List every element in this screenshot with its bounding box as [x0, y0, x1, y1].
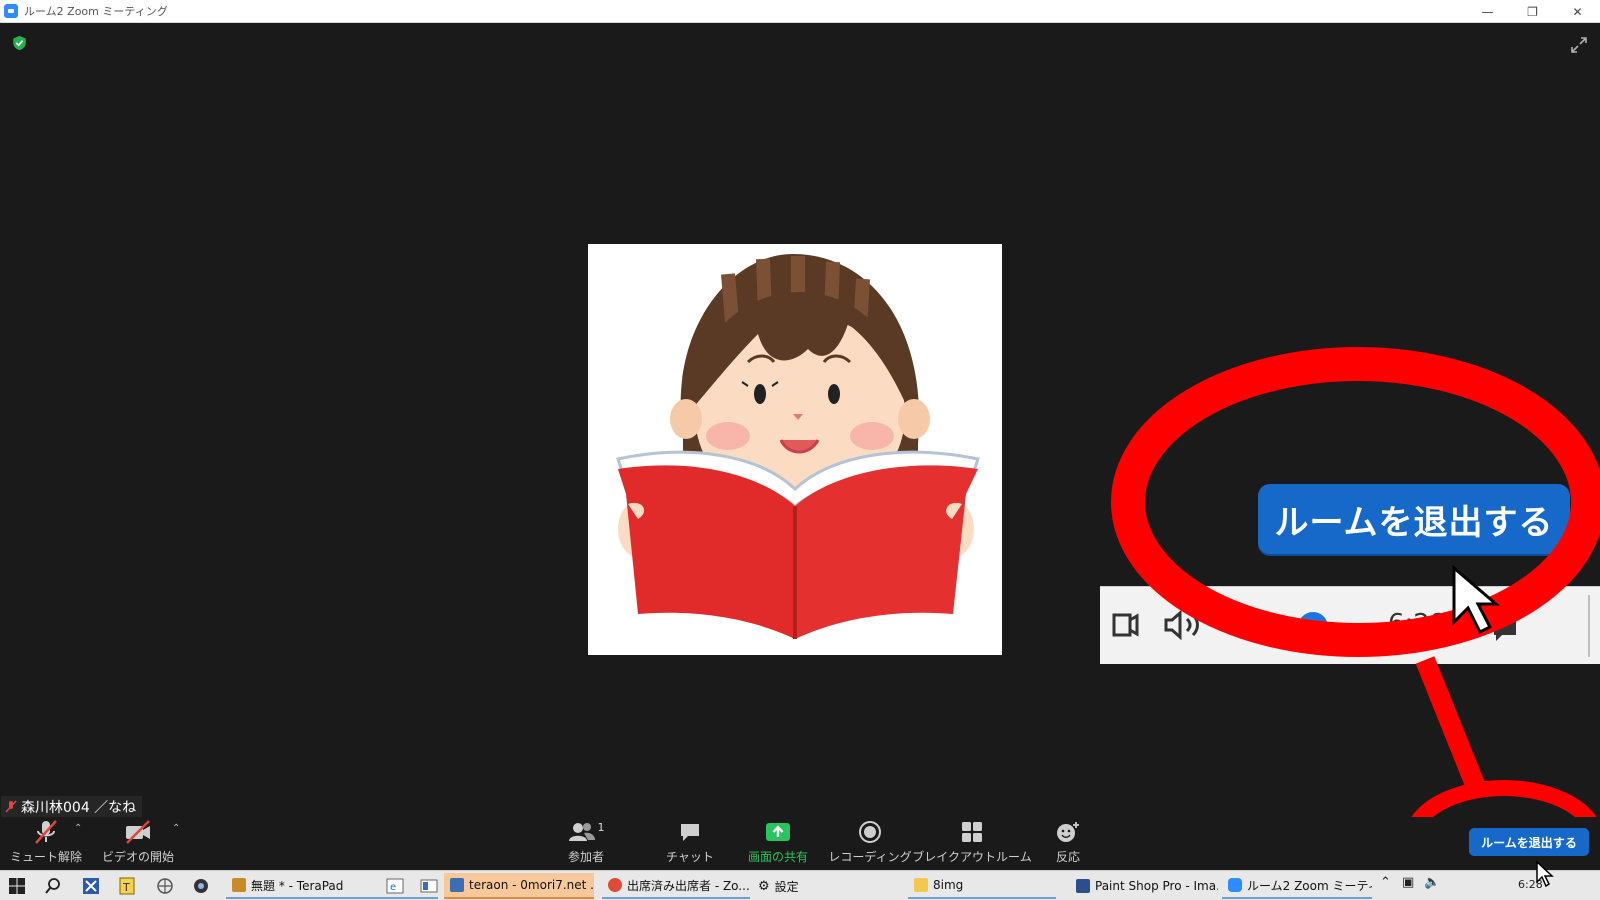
taskbar-item-8img[interactable]: 8img	[908, 873, 1056, 899]
teraon-icon	[450, 878, 464, 892]
teraPad-pinned-icon[interactable]: T	[118, 877, 136, 895]
ie-icon[interactable]: e	[386, 877, 404, 895]
chat-button[interactable]: チャット	[662, 817, 718, 870]
network-dot-icon	[1298, 612, 1328, 631]
girl-reading-book-illustration	[616, 254, 980, 639]
share-screen-button[interactable]: 画面の共有	[742, 817, 814, 870]
svg-text:e: e	[390, 882, 396, 893]
taskbar-separator	[1588, 595, 1590, 657]
video-off-icon	[126, 820, 150, 844]
participant-video-tile	[588, 244, 1002, 655]
record-icon	[859, 821, 881, 843]
window-title: ルーム2 Zoom ミーティング	[24, 5, 168, 18]
speaker-tray-icon	[1164, 609, 1199, 641]
pinned-app-icon[interactable]	[82, 877, 100, 895]
recording-button[interactable]: レコーディング	[828, 817, 912, 870]
explorer-window-icon[interactable]	[420, 877, 438, 895]
audio-options-caret-icon[interactable]: ⌃	[74, 823, 82, 834]
zoomed-taskbar-excerpt: 6:28	[1100, 586, 1600, 664]
unmute-button[interactable]: ミュート解除	[8, 817, 84, 870]
shield-check-icon[interactable]	[12, 35, 27, 51]
taskbar-item-paint-shop-pro[interactable]: Paint Shop Pro - Ima...	[1070, 873, 1218, 899]
restore-button[interactable]: ❐	[1510, 0, 1555, 23]
participant-name: 森川林004 ／なね	[21, 799, 137, 816]
start-video-button[interactable]: ビデオの開始	[100, 817, 176, 870]
zoomed-clock: 6:28	[1388, 609, 1447, 639]
taskbar-item-zoom[interactable]: ルーム2 Zoom ミーティ...	[1222, 873, 1372, 899]
mic-muted-icon	[35, 820, 57, 844]
zoom-taskbar-icon	[1228, 878, 1242, 892]
gear-icon: ⚙	[758, 878, 770, 894]
video-options-caret-icon[interactable]: ⌃	[172, 823, 180, 834]
zoom-app-icon	[4, 4, 18, 18]
title-bar: ルーム2 Zoom ミーティング — ❐ ✕	[0, 0, 1600, 23]
minimize-button[interactable]: —	[1465, 0, 1510, 23]
recording-label: レコーディング	[828, 850, 912, 864]
reactions-button[interactable]: 反応	[1046, 817, 1090, 870]
participants-label: 参加者	[567, 850, 604, 864]
taskbar-item-chrome[interactable]: 出席済み出席者 - Zo...	[602, 873, 750, 899]
chat-label: チャット	[666, 850, 714, 864]
speaker-tray-small-icon[interactable]: 🔈	[1424, 875, 1440, 890]
unmute-label: ミュート解除	[9, 850, 82, 864]
share-screen-icon	[766, 823, 790, 841]
breakout-rooms-button[interactable]: ブレイクアウトルーム	[912, 817, 1032, 870]
participants-button[interactable]: 1 参加者	[556, 817, 616, 870]
taskbar-item-teraon[interactable]: teraon - 0mori7.net ...	[444, 873, 594, 899]
participants-count: 1	[597, 820, 605, 834]
network-pinned-icon[interactable]	[156, 877, 174, 895]
chat-icon	[681, 824, 699, 841]
taskbar-item-settings[interactable]: ⚙ 設定	[752, 873, 904, 899]
windows-taskbar: T 無題 * - TeraPad e teraon - 0mori7.net .…	[0, 870, 1600, 900]
notification-icon	[1494, 619, 1516, 641]
search-icon[interactable]	[44, 877, 62, 895]
participant-name-tag: 森川林004 ／なね	[1, 796, 143, 817]
start-video-label: ビデオの開始	[101, 850, 174, 864]
chrome-icon	[608, 878, 622, 892]
camera-tray-icon	[1112, 613, 1139, 637]
share-screen-label: 画面の共有	[747, 850, 808, 864]
window-controls: — ❐ ✕	[1465, 0, 1600, 23]
participants-icon	[568, 823, 595, 841]
mouse-cursor-icon	[1536, 860, 1554, 888]
zoom-window: ルーム2 Zoom ミーティング — ❐ ✕ 6:28 ルームを退出する 森川林…	[0, 0, 1600, 900]
folder-icon	[914, 878, 928, 892]
meeting-toolbar: ミュート解除 ⌃ ビデオの開始 ⌃ 1 参加者 チャット 画面の共有 レコーディ…	[0, 817, 1600, 870]
taskbar-item-terapad[interactable]: 無題 * - TeraPad	[226, 873, 438, 899]
annotation-connector-line	[1415, 656, 1488, 796]
svg-text:T: T	[122, 881, 130, 894]
terapad-icon	[232, 878, 246, 892]
tray-expand-icon[interactable]: ⌃	[1380, 875, 1391, 890]
close-button[interactable]: ✕	[1555, 0, 1600, 23]
reactions-smiley-icon	[1057, 822, 1079, 842]
fullscreen-icon[interactable]	[1570, 36, 1588, 54]
paint-shop-pro-icon	[1076, 879, 1090, 893]
windows-start-icon[interactable]	[8, 877, 26, 895]
breakout-rooms-icon	[962, 822, 982, 842]
breakout-rooms-label: ブレイクアウトルーム	[912, 850, 1032, 864]
leave-room-button-zoomed: ルームを退出する	[1258, 484, 1570, 554]
camera-tray-small-icon[interactable]: ▣	[1402, 875, 1414, 890]
camera-pinned-icon[interactable]	[192, 877, 210, 895]
muted-mic-icon	[5, 799, 17, 813]
reactions-label: 反応	[1055, 850, 1080, 864]
leave-room-button[interactable]: ルームを退出する	[1469, 828, 1589, 856]
